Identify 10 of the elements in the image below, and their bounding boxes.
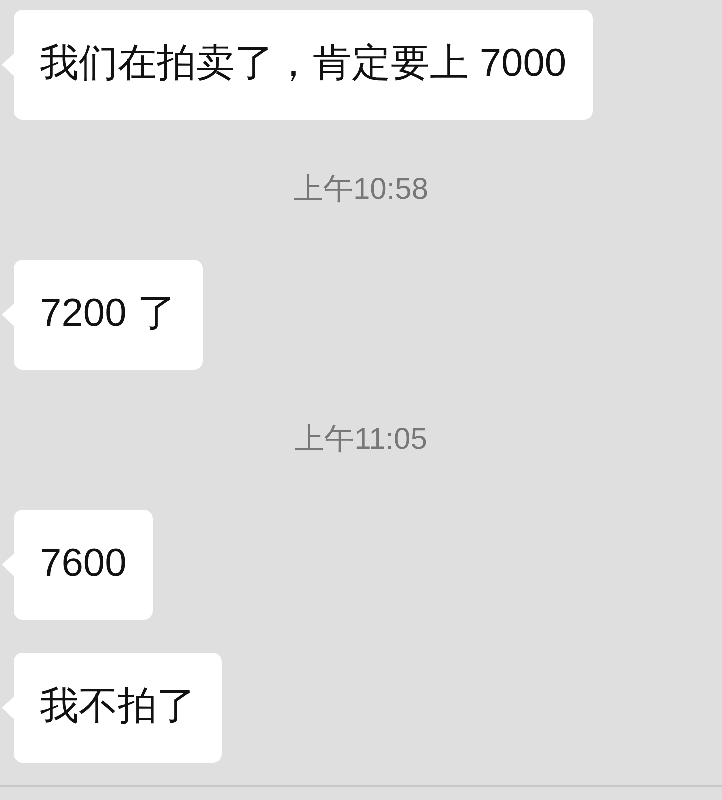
bubble-tail-icon — [2, 304, 14, 326]
timestamp: 上午10:58 — [293, 172, 429, 208]
message-bubble: 7600 — [14, 510, 153, 620]
bubble-tail-icon — [2, 54, 14, 76]
message-bubble: 我们在拍卖了，肯定要上 7000 — [14, 10, 593, 120]
message-bubble: 7200 了 — [14, 260, 203, 370]
bubble-tail-icon — [2, 697, 14, 719]
bubble-tail-icon — [2, 554, 14, 576]
timestamp: 上午11:05 — [294, 422, 428, 458]
message-bubble: 我不拍了 — [14, 653, 222, 763]
